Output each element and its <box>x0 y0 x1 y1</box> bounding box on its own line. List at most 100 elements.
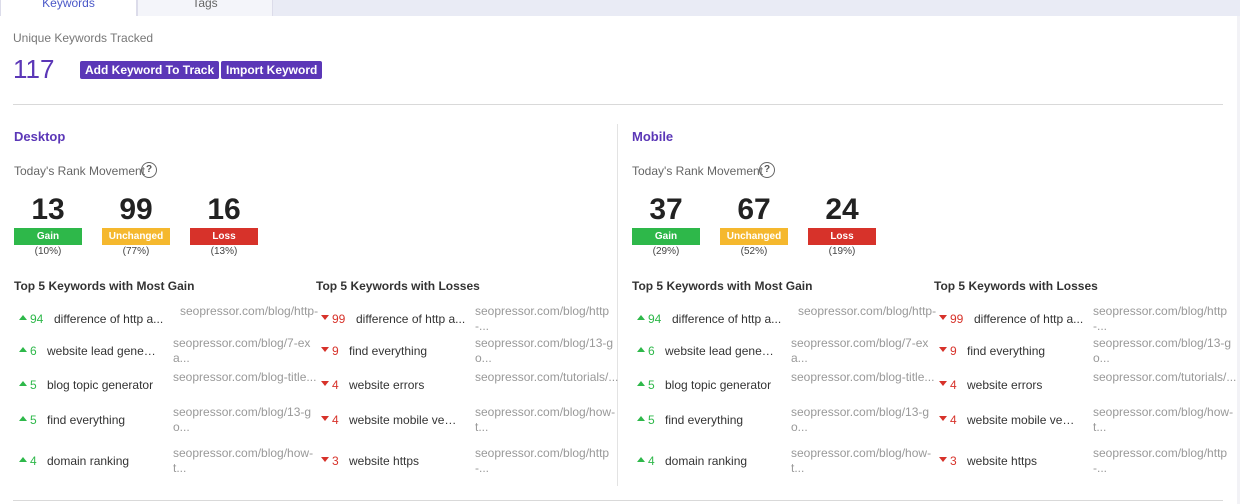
keyword-text[interactable]: difference of http a... <box>356 304 466 334</box>
keyword-url[interactable]: seopressor.com/tutorials/... <box>1093 370 1238 385</box>
tab-tags[interactable]: Tags <box>137 0 273 16</box>
keyword-text[interactable]: blog topic generator <box>47 370 157 400</box>
help-icon[interactable]: ? <box>759 162 775 178</box>
loss-row[interactable]: 99 difference of http a... seopressor.com/… <box>934 304 1239 334</box>
keyword-url[interactable]: seopressor.com/blog/13-go... <box>1093 336 1238 366</box>
keyword-url[interactable]: seopressor.com/blog-title... <box>173 370 318 385</box>
keyword-url[interactable]: seopressor.com/blog-title... <box>791 370 936 385</box>
section-title: Mobile <box>632 129 674 144</box>
keyword-text[interactable]: difference of http a... <box>54 304 164 334</box>
keyword-url[interactable]: seopressor.com/blog/how-t... <box>475 405 620 435</box>
gain-list-heading: Top 5 Keywords with Most Gain <box>14 279 195 293</box>
keyword-url[interactable]: seopressor.com/blog/http-... <box>475 304 620 334</box>
loss-list-heading: Top 5 Keywords with Losses <box>316 279 480 293</box>
unchanged-stat: 99 Unchanged (77%) <box>102 192 170 257</box>
keyword-url[interactable]: seopressor.com/blog/how-t... <box>791 446 936 476</box>
keyword-text[interactable]: domain ranking <box>47 446 157 476</box>
gain-count: 13 <box>31 193 65 226</box>
unchanged-count: 99 <box>119 193 153 226</box>
loss-row[interactable]: 4 website errors seopressor.com/tutorials/… <box>934 370 1239 400</box>
gain-row[interactable]: 5 blog topic generator seopressor.com/blog… <box>14 370 319 400</box>
keyword-text[interactable]: website errors <box>967 370 1077 400</box>
loss-row[interactable]: 3 website https seopressor.com/blog/http-.… <box>934 446 1239 476</box>
keyword-url[interactable]: seopressor.com/blog/http- <box>798 304 943 319</box>
gain-stat: 37 Gain (29%) <box>632 192 700 257</box>
loss-row[interactable]: 4 website mobile versi... seopressor.com/b… <box>934 405 1239 435</box>
keyword-url[interactable]: seopressor.com/blog/7-exa... <box>173 336 318 366</box>
rank-delta: 5 <box>30 413 37 427</box>
gain-row[interactable]: 6 website lead generat... seopressor.com/b… <box>632 336 937 366</box>
keyword-url[interactable]: seopressor.com/tutorials/... <box>475 370 620 385</box>
loss-count: 16 <box>207 193 241 226</box>
tab-keywords[interactable]: Keywords <box>0 0 137 16</box>
keyword-text[interactable]: find everything <box>349 336 459 366</box>
keyword-url[interactable]: seopressor.com/blog/how-t... <box>1093 405 1238 435</box>
keyword-url[interactable]: seopressor.com/blog/13-go... <box>173 405 318 435</box>
rank-delta: 4 <box>648 454 655 468</box>
keyword-text[interactable]: website mobile versi... <box>967 405 1077 435</box>
keyword-text[interactable]: website mobile versi... <box>349 405 459 435</box>
keyword-text[interactable]: difference of http a... <box>672 304 782 334</box>
rank-delta: 5 <box>30 378 37 392</box>
keyword-text[interactable]: find everything <box>967 336 1077 366</box>
keyword-text[interactable]: domain ranking <box>665 446 775 476</box>
unchanged-badge: Unchanged <box>720 228 788 245</box>
gain-percent: (10%) <box>34 246 62 257</box>
arrow-down-icon <box>321 347 329 352</box>
gain-row[interactable]: 4 domain ranking seopressor.com/blog/how-t… <box>14 446 319 476</box>
unchanged-percent: (52%) <box>740 246 768 257</box>
keyword-url[interactable]: seopressor.com/blog/7-exa... <box>791 336 936 366</box>
rank-movement-label: Today's Rank Movement <box>14 164 146 178</box>
gain-row[interactable]: 5 find everything seopressor.com/blog/13-g… <box>632 405 937 435</box>
rank-delta: 94 <box>648 312 662 326</box>
loss-row[interactable]: 4 website mobile versi... seopressor.com/b… <box>316 405 621 435</box>
rank-delta: 99 <box>950 312 964 326</box>
unchanged-count: 67 <box>737 193 771 226</box>
loss-list-heading: Top 5 Keywords with Losses <box>934 279 1098 293</box>
loss-row[interactable]: 99 difference of http a... seopressor.com/… <box>316 304 621 334</box>
rank-delta: 4 <box>950 378 957 392</box>
rank-delta: 3 <box>950 454 957 468</box>
gain-row[interactable]: 4 domain ranking seopressor.com/blog/how-t… <box>632 446 937 476</box>
loss-row[interactable]: 4 website errors seopressor.com/tutorials/… <box>316 370 621 400</box>
keyword-text[interactable]: find everything <box>47 405 157 435</box>
keyword-text[interactable]: find everything <box>665 405 775 435</box>
keyword-url[interactable]: seopressor.com/blog/http- <box>180 304 325 319</box>
loss-stat: 24 Loss (19%) <box>808 192 876 257</box>
loss-row[interactable]: 3 website https seopressor.com/blog/http-.… <box>316 446 621 476</box>
arrow-up-icon <box>19 381 27 386</box>
arrow-down-icon <box>939 315 947 320</box>
keyword-url[interactable]: seopressor.com/blog/how-t... <box>173 446 318 476</box>
gain-percent: (29%) <box>652 246 680 257</box>
gain-row[interactable]: 6 website lead generat... seopressor.com/b… <box>14 336 319 366</box>
keyword-url[interactable]: seopressor.com/blog/http-... <box>475 446 620 476</box>
keyword-url[interactable]: seopressor.com/blog/http-... <box>1093 304 1238 334</box>
rank-movement-label: Today's Rank Movement <box>632 164 764 178</box>
keyword-text[interactable]: website lead generat... <box>665 336 775 366</box>
gain-row[interactable]: 94 difference of http a... seopressor.com/… <box>632 304 937 334</box>
keyword-url[interactable]: seopressor.com/blog/13-go... <box>791 405 936 435</box>
help-icon[interactable]: ? <box>141 162 157 178</box>
keyword-text[interactable]: website https <box>349 446 459 476</box>
arrow-down-icon <box>321 315 329 320</box>
arrow-up-icon <box>19 347 27 352</box>
keyword-text[interactable]: difference of http a... <box>974 304 1084 334</box>
loss-row[interactable]: 9 find everything seopressor.com/blog/13-g… <box>316 336 621 366</box>
keyword-text[interactable]: website errors <box>349 370 459 400</box>
keyword-text[interactable]: blog topic generator <box>665 370 775 400</box>
keyword-text[interactable]: website https <box>967 446 1077 476</box>
arrow-up-icon <box>19 416 27 421</box>
loss-badge: Loss <box>808 228 876 245</box>
keyword-url[interactable]: seopressor.com/blog/13-go... <box>475 336 620 366</box>
keyword-text[interactable]: website lead generat... <box>47 336 157 366</box>
arrow-down-icon <box>321 416 329 421</box>
arrow-up-icon <box>637 457 645 462</box>
rank-delta: 99 <box>332 312 346 326</box>
loss-row[interactable]: 9 find everything seopressor.com/blog/13-g… <box>934 336 1239 366</box>
arrow-down-icon <box>939 347 947 352</box>
arrow-up-icon <box>637 315 645 320</box>
gain-row[interactable]: 5 blog topic generator seopressor.com/blog… <box>632 370 937 400</box>
gain-row[interactable]: 94 difference of http a... seopressor.com/… <box>14 304 319 334</box>
keyword-url[interactable]: seopressor.com/blog/http-... <box>1093 446 1238 476</box>
gain-row[interactable]: 5 find everything seopressor.com/blog/13-g… <box>14 405 319 435</box>
